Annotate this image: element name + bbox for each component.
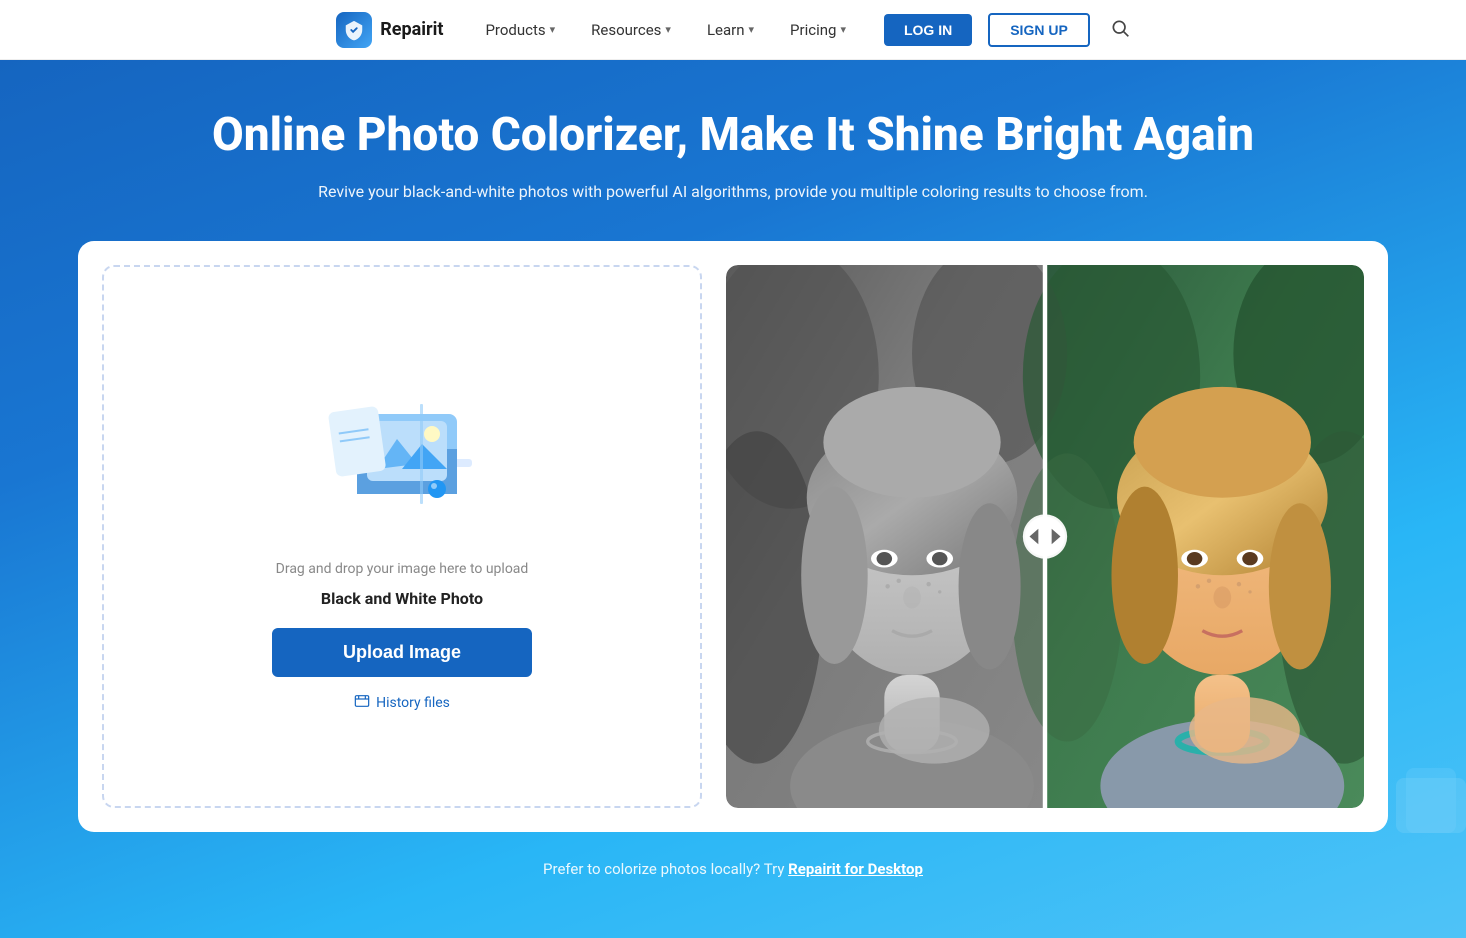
nav-learn-label: Learn (707, 21, 745, 39)
nav-pricing[interactable]: Pricing ▾ (776, 13, 860, 47)
products-chevron-icon: ▾ (550, 23, 556, 36)
nav-pricing-label: Pricing (790, 21, 836, 39)
search-button[interactable] (1110, 18, 1130, 42)
portrait-container (726, 265, 1364, 808)
upload-image-button[interactable]: Upload Image (272, 628, 532, 677)
illustration-svg (302, 359, 502, 539)
main-card: Drag and drop your image here to upload … (78, 241, 1388, 832)
pricing-chevron-icon: ▾ (840, 23, 846, 36)
desktop-link[interactable]: Repairit for Desktop (788, 860, 923, 878)
nav-learn[interactable]: Learn ▾ (693, 13, 768, 47)
nav-resources[interactable]: Resources ▾ (577, 13, 685, 47)
footer-text-prefix: Prefer to colorize photos locally? Try (543, 860, 788, 878)
deco-svg (1386, 758, 1466, 858)
history-label: History files (376, 695, 450, 711)
logo-icon (336, 12, 372, 48)
upload-drag-text: Drag and drop your image here to upload (276, 561, 529, 577)
resources-chevron-icon: ▾ (665, 23, 671, 36)
login-button[interactable]: LOG IN (884, 14, 972, 46)
upload-illustration (302, 359, 502, 539)
learn-chevron-icon: ▾ (749, 23, 755, 36)
navbar: Repairit Products ▾ Resources ▾ Learn ▾ … (0, 0, 1466, 60)
nav-resources-label: Resources (591, 21, 661, 39)
signup-button[interactable]: SIGN UP (988, 13, 1090, 47)
upload-type-text: Black and White Photo (321, 589, 483, 608)
history-files-link[interactable]: History files (354, 693, 450, 713)
upload-panel: Drag and drop your image here to upload … (102, 265, 702, 808)
nav-products-label: Products (485, 21, 545, 39)
deco-corner (1386, 758, 1466, 858)
nav-products[interactable]: Products ▾ (471, 13, 569, 47)
repairit-logo-svg (343, 19, 365, 41)
logo-area[interactable]: Repairit (336, 12, 443, 48)
before-after-image (726, 265, 1364, 808)
history-icon (354, 693, 370, 713)
footer-cta-text: Prefer to colorize photos locally? Try R… (60, 860, 1406, 878)
hero-title: Online Photo Colorizer, Make It Shine Br… (60, 108, 1406, 163)
before-after-panel (726, 265, 1364, 808)
search-icon (1110, 18, 1130, 38)
hero-section: Online Photo Colorizer, Make It Shine Br… (0, 60, 1466, 938)
hero-subtitle: Revive your black-and-white photos with … (60, 179, 1406, 205)
logo-text: Repairit (380, 19, 443, 40)
